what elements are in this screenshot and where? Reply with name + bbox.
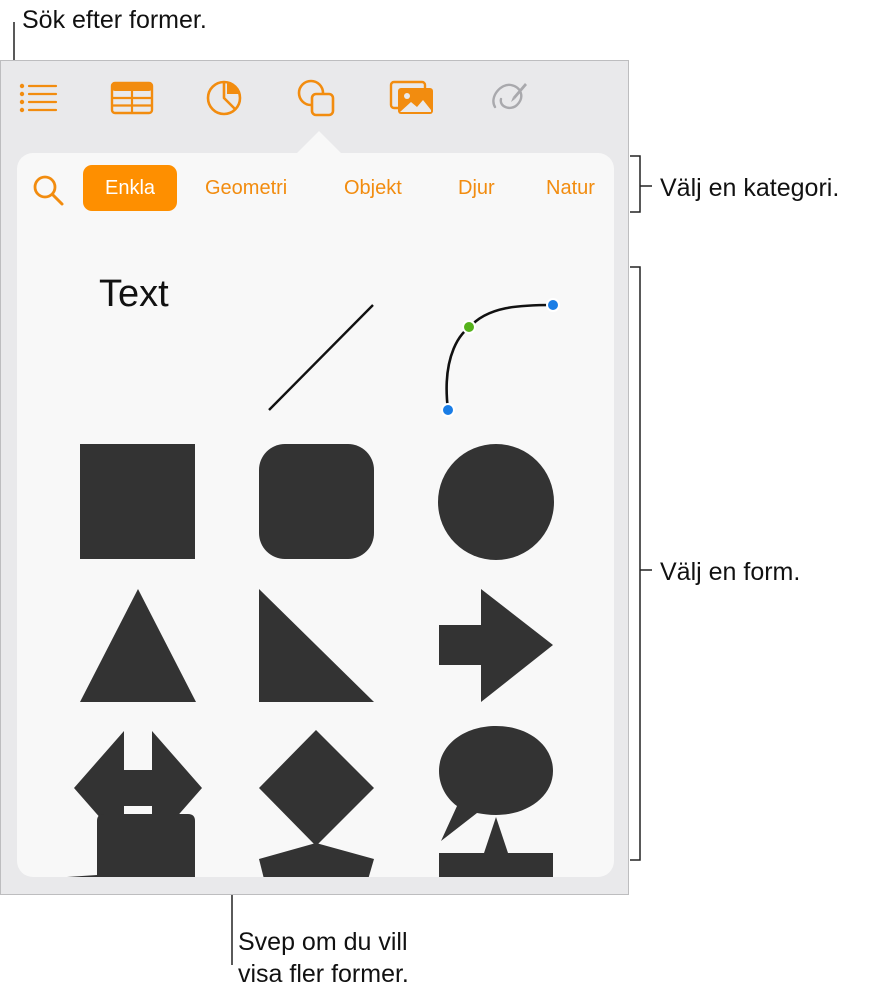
shape-circle[interactable]	[438, 444, 554, 560]
shape-grid	[67, 298, 560, 877]
shapes-popover: Enkla Geometri Objekt Djur Natur Text	[17, 153, 614, 877]
media-icon	[389, 80, 433, 114]
list-icon	[19, 83, 58, 113]
swipe-callout-line2: visa fler former.	[238, 960, 409, 988]
drawing-icon	[492, 83, 527, 110]
shape-diamond[interactable]	[259, 730, 374, 846]
shape-callout: Välj en form.	[660, 558, 801, 586]
media-button[interactable]	[389, 75, 435, 121]
list-button[interactable]	[15, 75, 61, 121]
shape-pentagon[interactable]	[259, 843, 374, 877]
shape-arrow-right[interactable]	[439, 589, 553, 702]
category-bracket	[630, 155, 652, 213]
category-callout: Välj en kategori.	[660, 174, 840, 202]
drawing-button[interactable]	[485, 75, 531, 121]
chart-icon	[206, 80, 242, 116]
table-icon	[110, 81, 154, 115]
shape-right-triangle[interactable]	[259, 589, 374, 702]
shapes-button[interactable]	[293, 75, 339, 121]
shape-square[interactable]	[80, 444, 195, 559]
shape-line[interactable]	[268, 304, 374, 411]
popover-arrow	[297, 131, 341, 153]
insert-toolbar	[1, 61, 628, 136]
shapes-icon	[297, 79, 335, 117]
table-button[interactable]	[109, 75, 155, 121]
shape-curve[interactable]	[441, 298, 560, 417]
shape-callout-rect[interactable]	[67, 814, 195, 877]
shape-bracket	[630, 266, 652, 861]
chart-button[interactable]	[201, 75, 247, 121]
shape-triangle[interactable]	[80, 589, 196, 702]
swipe-callout-line1: Svep om du vill	[238, 928, 408, 956]
shape-rounded-square[interactable]	[259, 444, 374, 559]
search-callout: Sök efter former.	[22, 6, 207, 34]
insert-panel: Enkla Geometri Objekt Djur Natur Text	[0, 60, 629, 895]
